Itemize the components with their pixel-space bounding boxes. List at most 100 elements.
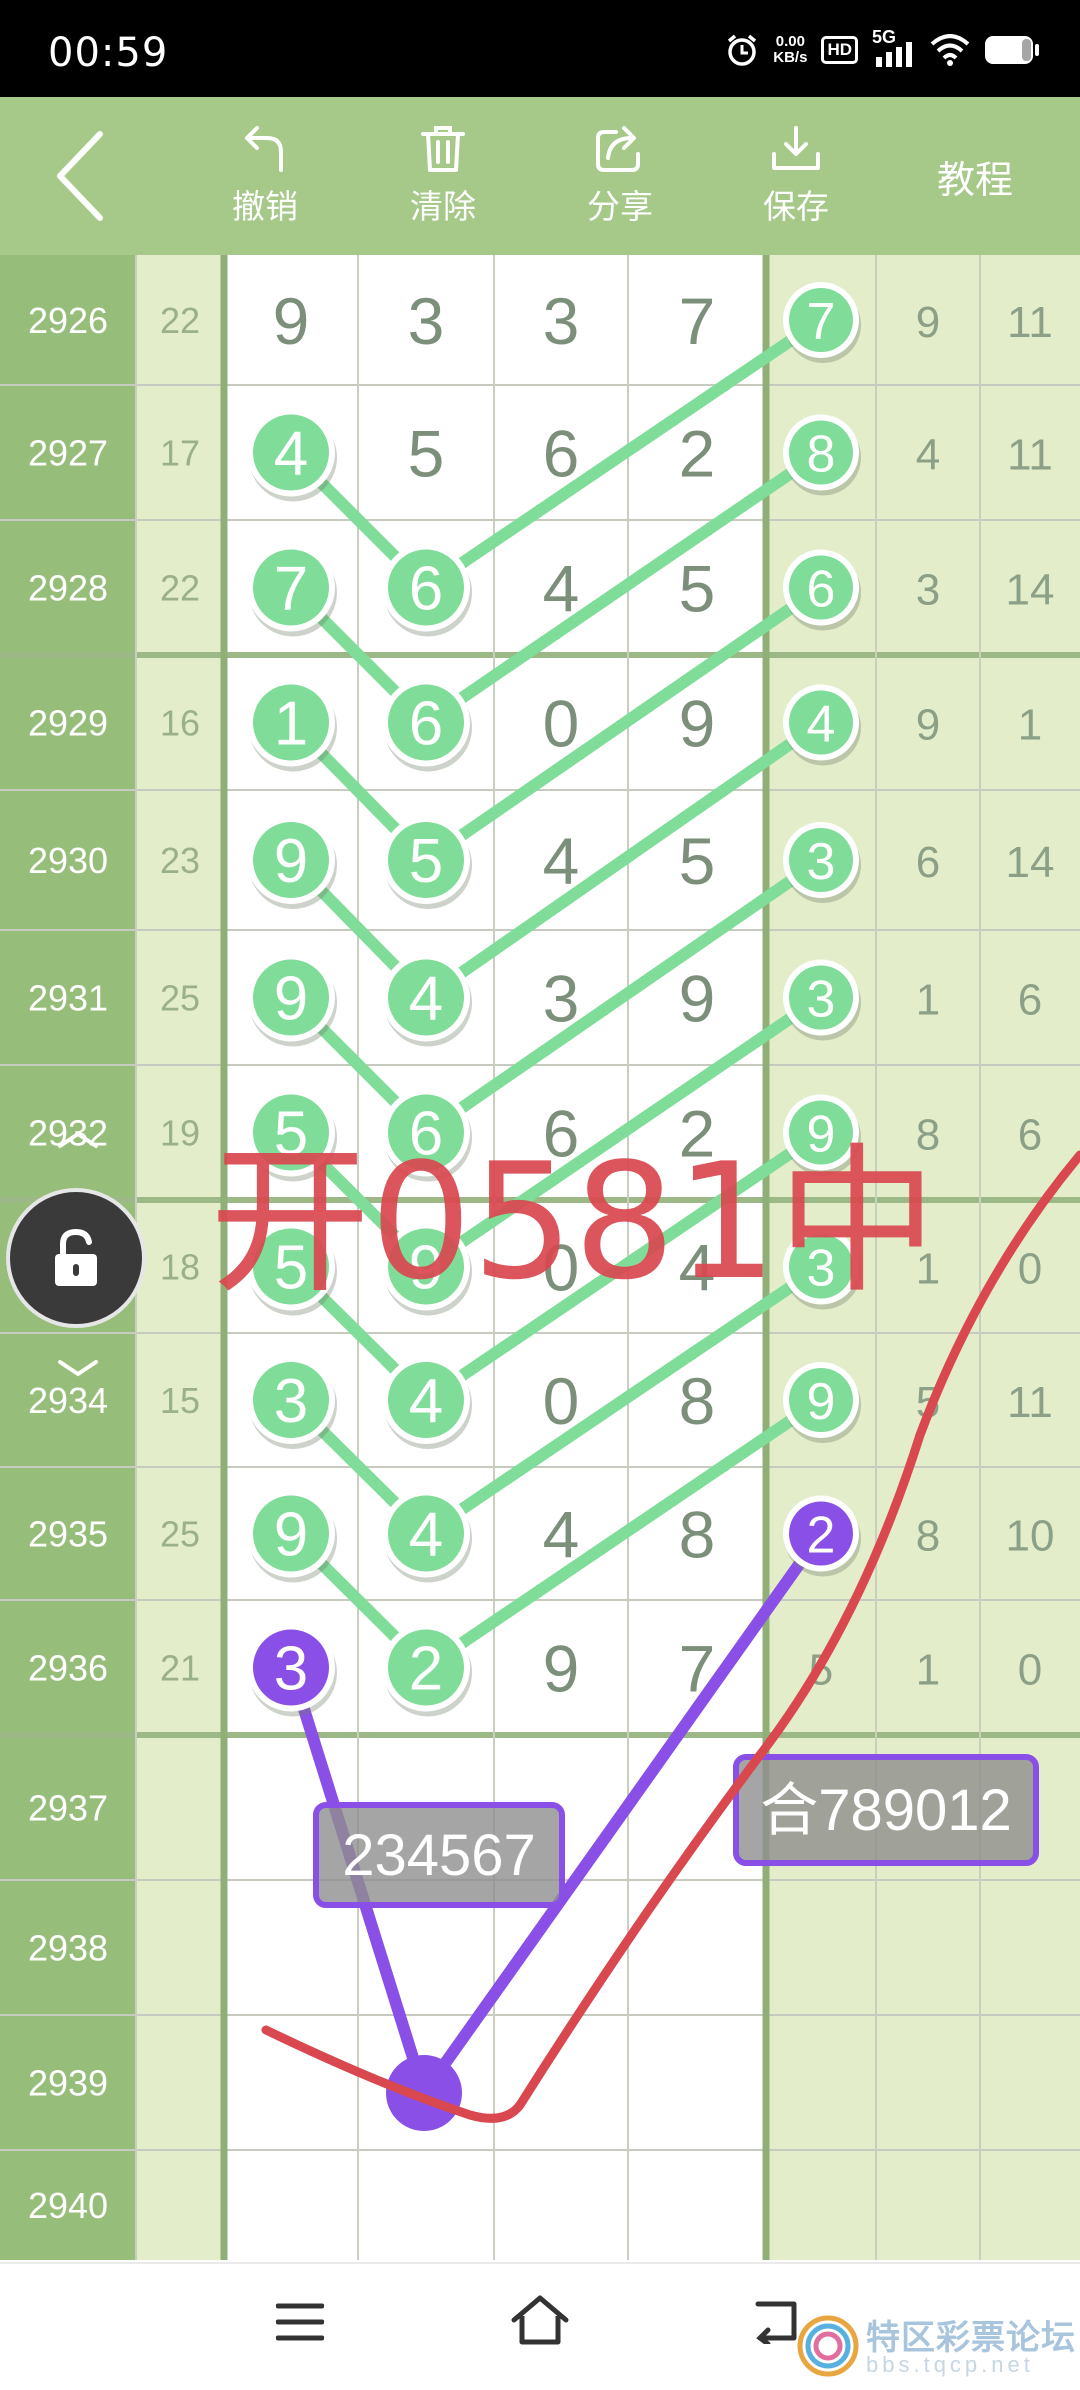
period-label: 2927 [28, 433, 108, 474]
sum-value: 22 [160, 300, 200, 341]
undo-button[interactable]: 撤销 [215, 97, 315, 255]
back-button[interactable] [40, 97, 120, 255]
share-icon [596, 126, 640, 172]
clear-label: 清除 [410, 188, 476, 225]
right-value: 4 [916, 431, 940, 480]
digit-cell: 4 [543, 552, 580, 626]
digit-cell: 2 [679, 417, 716, 491]
right-value: 9 [916, 701, 940, 750]
digit-cell: 0 [543, 1364, 580, 1438]
right-value: 8 [916, 1512, 940, 1561]
save-button[interactable]: 保存 [746, 97, 846, 255]
period-label: 2926 [28, 300, 108, 341]
svg-text:3: 3 [274, 1367, 308, 1436]
svg-text:8: 8 [807, 426, 836, 484]
digit-cell: 4 [543, 1498, 580, 1572]
svg-text:1: 1 [274, 690, 308, 759]
status-time: 00:59 [48, 30, 169, 76]
clear-button[interactable]: 清除 [393, 97, 493, 255]
digit-cell: 4 [543, 824, 580, 898]
digit-cell: 6 [543, 417, 580, 491]
svg-text:3: 3 [807, 971, 836, 1029]
tutorial-button[interactable]: 教程 [915, 97, 1035, 255]
svg-text:9: 9 [274, 827, 308, 896]
right-value: 10 [1006, 1512, 1055, 1561]
svg-text:3: 3 [274, 1635, 308, 1704]
right-value: 0 [1018, 1646, 1042, 1695]
right-value: 11 [1007, 431, 1053, 480]
period-label: 2938 [28, 1928, 108, 1969]
period-label: 2939 [28, 2063, 108, 2104]
sum-value: 22 [160, 568, 200, 609]
svg-text:4: 4 [409, 1367, 443, 1436]
period-label: 2940 [28, 2185, 108, 2226]
svg-text:3: 3 [807, 833, 836, 891]
svg-text:234567: 234567 [342, 1823, 536, 1888]
svg-text:7: 7 [274, 555, 308, 624]
svg-text:6: 6 [409, 555, 443, 624]
unlock-icon [55, 1228, 97, 1286]
status-icons: 0.00 KB/s HD 5G [725, 27, 1040, 72]
share-label: 分享 [587, 188, 653, 225]
right-value: 14 [1006, 566, 1055, 615]
period-label: 2935 [28, 1514, 108, 1555]
sum-value: 18 [160, 1247, 200, 1288]
watermark: 特区彩票论坛 bbs.tqcp.net [796, 2306, 1080, 2388]
toolbar: 撤销 清除 分享 保存 教程 [0, 97, 1080, 255]
right-value: 3 [916, 566, 940, 615]
svg-text:4: 4 [409, 965, 443, 1034]
chevron-up-icon[interactable] [56, 1130, 100, 1150]
annotation-label-right: 合789012 [733, 1754, 1039, 1866]
digit-cell: 9 [679, 687, 716, 761]
right-value: 9 [916, 298, 940, 347]
lottery-trend-chart[interactable]: 2926 22 9 3 3 7 7 9 112927 17 4 5 6 2 8 4 112928 22 7 6 4 5 6 3… [0, 255, 1080, 2260]
svg-text:7: 7 [807, 293, 836, 351]
right-value: 6 [1018, 976, 1042, 1025]
right-value: 1 [916, 1646, 940, 1695]
lock-toggle[interactable] [6, 1188, 146, 1328]
period-label: 2931 [28, 978, 108, 1019]
digit-cell: 5 [679, 824, 716, 898]
right-value: 14 [1006, 838, 1055, 887]
sum-value: 23 [160, 840, 200, 881]
right-value: 1 [1018, 701, 1042, 750]
digit-cell: 8 [679, 1498, 716, 1572]
sum-value: 16 [160, 703, 200, 744]
sum-value: 25 [160, 1514, 200, 1555]
period-label: 2928 [28, 568, 108, 609]
svg-text:2: 2 [409, 1635, 443, 1704]
sum-value: 19 [160, 1113, 200, 1154]
home-icon[interactable] [510, 2294, 570, 2346]
alarm-icon [728, 34, 757, 66]
period-label: 2929 [28, 703, 108, 744]
period-label: 2930 [28, 840, 108, 881]
trash-icon [421, 126, 465, 172]
svg-text:4: 4 [807, 696, 836, 754]
digit-cell: 5 [408, 417, 445, 491]
svg-text:9: 9 [274, 1501, 308, 1570]
svg-text:6: 6 [409, 690, 443, 759]
right-value: 6 [916, 838, 940, 887]
digit-cell: 3 [408, 284, 445, 358]
svg-text:4: 4 [409, 1501, 443, 1570]
digit-cell: 7 [679, 1632, 716, 1706]
menu-icon[interactable] [276, 2300, 324, 2344]
status-bar: 00:59 0.00 KB/s HD 5G [0, 0, 1080, 97]
right-value: 11 [1007, 298, 1053, 347]
nav-back-icon[interactable] [752, 2298, 802, 2344]
undo-icon [245, 126, 283, 172]
undo-label: 撤销 [232, 188, 298, 225]
save-label: 保存 [763, 188, 829, 225]
digit-cell: 0 [543, 687, 580, 761]
right-value: 1 [916, 976, 940, 1025]
digit-cell: 9 [543, 1632, 580, 1706]
chevron-down-icon[interactable] [56, 1358, 100, 1378]
period-label: 2936 [28, 1648, 108, 1689]
share-button[interactable]: 分享 [570, 97, 670, 255]
right-value: 11 [1007, 1378, 1053, 1427]
wifi-icon [930, 34, 970, 66]
right-value: 0 [1018, 1245, 1042, 1294]
back-arrow-icon [57, 131, 103, 221]
battery-icon [985, 36, 1039, 64]
download-icon [772, 126, 820, 170]
